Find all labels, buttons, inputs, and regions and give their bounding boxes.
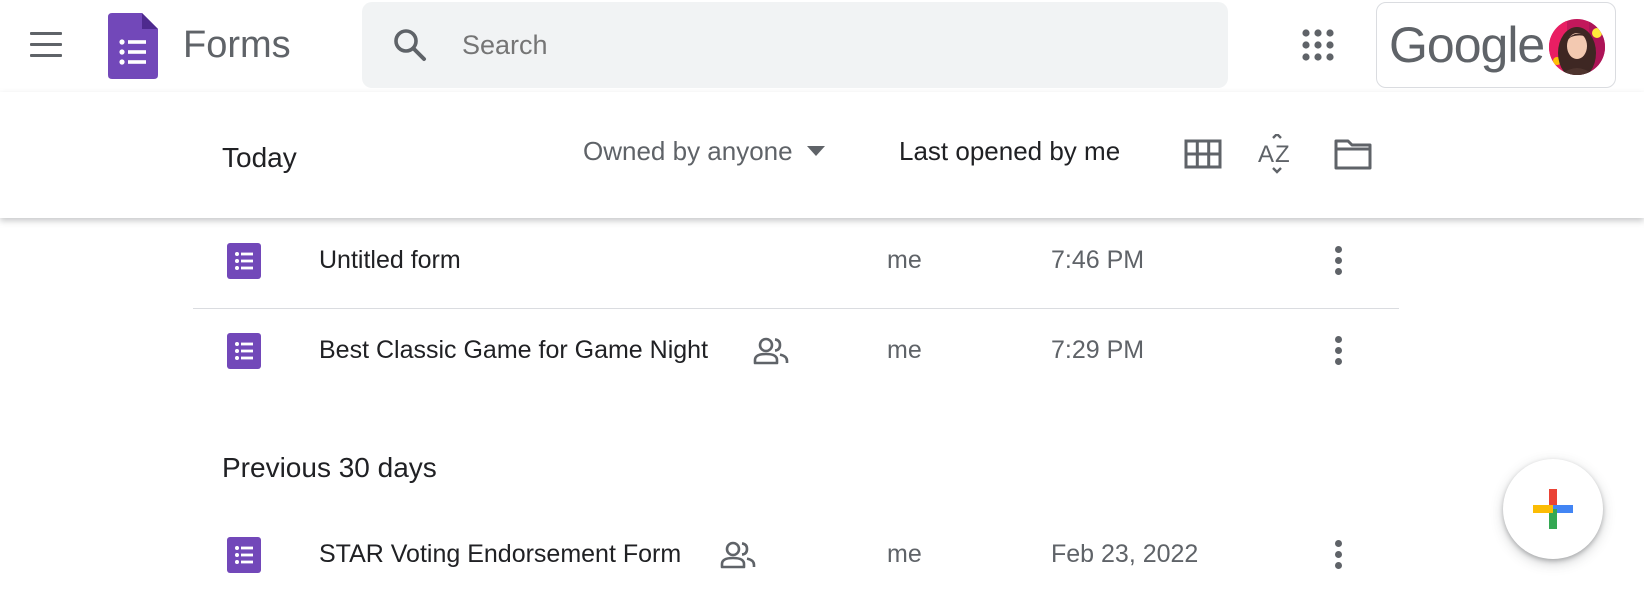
dropdown-caret-icon — [806, 146, 825, 157]
plus-icon — [1533, 489, 1573, 529]
sort-by-label: Last opened by me — [899, 136, 1121, 166]
form-owner: me — [887, 246, 922, 274]
owner-filter-label: Owned by anyone — [583, 136, 793, 166]
search-icon[interactable] — [392, 27, 428, 63]
more-options-icon[interactable] — [1329, 334, 1349, 368]
list-item[interactable]: Untitled form me 7:46 PM — [193, 218, 1399, 309]
form-owner: me — [887, 336, 922, 364]
shared-people-icon — [753, 337, 789, 365]
search-input[interactable] — [462, 20, 1182, 70]
svg-text:A: A — [1258, 141, 1274, 168]
more-options-icon[interactable] — [1329, 244, 1349, 278]
create-new-form-button[interactable] — [1503, 459, 1603, 559]
owner-filter-dropdown[interactable]: Owned by anyone — [583, 136, 825, 167]
search-bar[interactable] — [362, 2, 1228, 88]
app-name: Forms — [183, 24, 291, 66]
account-switcher[interactable]: Google — [1376, 2, 1616, 88]
section-heading-today: Today — [222, 142, 297, 173]
forms-logo-icon[interactable] — [108, 13, 158, 79]
form-file-icon — [227, 333, 261, 369]
form-file-icon — [227, 537, 261, 573]
last-opened-date: 7:29 PM — [1051, 336, 1145, 364]
form-title: Untitled form — [319, 246, 461, 274]
form-title: Best Classic Game for Game Night — [319, 336, 709, 364]
svg-text:Z: Z — [1275, 141, 1290, 168]
list-item[interactable]: STAR Voting Endorsement Form me Feb 23, … — [193, 512, 1399, 602]
google-wordmark: Google — [1389, 17, 1545, 73]
top-app-bar: Forms Google — [0, 0, 1644, 92]
last-opened-date: Feb 23, 2022 — [1051, 540, 1199, 568]
section-heading-previous: Previous 30 days — [222, 452, 437, 483]
forms-list: Untitled form me 7:46 PM Best Classic Ga… — [0, 218, 1644, 606]
avatar[interactable] — [1549, 19, 1605, 75]
google-apps-icon[interactable] — [1300, 27, 1336, 63]
sort-by-dropdown[interactable]: Last opened by me — [899, 136, 1120, 167]
main-menu-button[interactable] — [26, 26, 68, 66]
list-item[interactable]: Best Classic Game for Game Night me 7:29… — [193, 308, 1399, 398]
shared-people-icon — [720, 541, 756, 569]
grid-view-icon[interactable] — [1183, 134, 1223, 174]
form-owner: me — [887, 540, 922, 568]
more-options-icon[interactable] — [1329, 538, 1349, 572]
sort-az-icon[interactable]: A Z — [1257, 134, 1297, 174]
list-toolbar: Today Owned by anyone Last opened by me … — [0, 92, 1644, 218]
folder-icon[interactable] — [1333, 134, 1373, 174]
form-file-icon — [227, 243, 261, 279]
form-title: STAR Voting Endorsement Form — [319, 540, 682, 568]
last-opened-date: 7:46 PM — [1051, 246, 1145, 274]
